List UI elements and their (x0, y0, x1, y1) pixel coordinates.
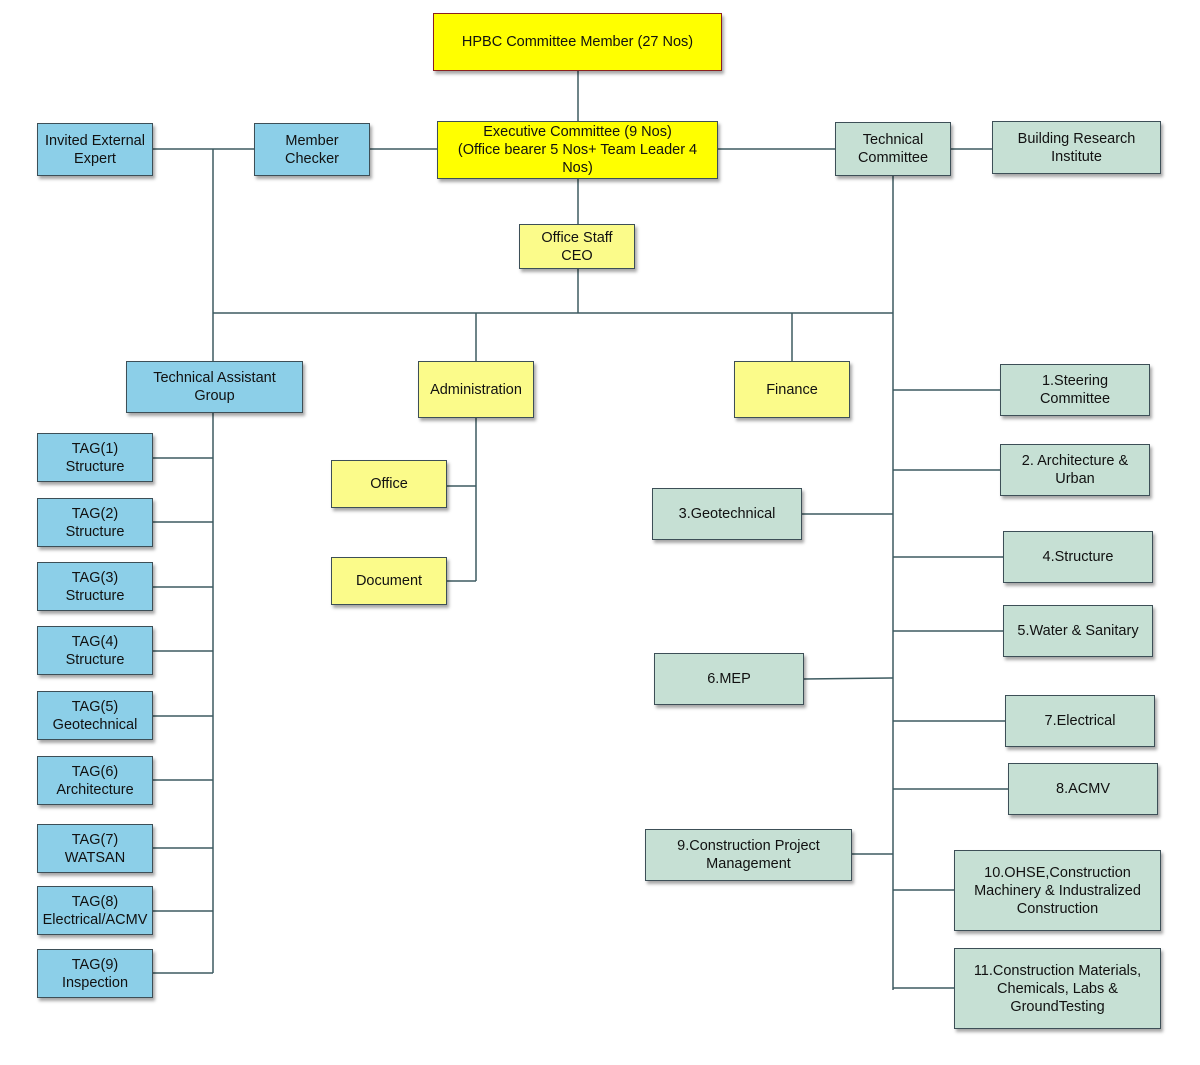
node-subcommittee-4[interactable]: 4.Structure (1003, 531, 1153, 583)
node-subcommittee-9[interactable]: 9.Construction Project Management (645, 829, 852, 881)
node-executive-committee[interactable]: Executive Committee (9 Nos) (Office bear… (437, 121, 718, 179)
node-subcommittee-5[interactable]: 5.Water & Sanitary (1003, 605, 1153, 657)
node-subcommittee-11[interactable]: 11.Construction Materials, Chemicals, La… (954, 948, 1161, 1029)
node-building-research-institute[interactable]: Building Research Institute (992, 121, 1161, 174)
node-tag-6[interactable]: TAG(6) Architecture (37, 756, 153, 805)
node-office[interactable]: Office (331, 460, 447, 508)
node-tag-5[interactable]: TAG(5) Geotechnical (37, 691, 153, 740)
node-office-staff-ceo[interactable]: Office Staff CEO (519, 224, 635, 269)
node-administration[interactable]: Administration (418, 361, 534, 418)
node-subcommittee-8[interactable]: 8.ACMV (1008, 763, 1158, 815)
node-subcommittee-2[interactable]: 2. Architecture & Urban (1000, 444, 1150, 496)
node-tag-1[interactable]: TAG(1) Structure (37, 433, 153, 482)
node-tag-2[interactable]: TAG(2) Structure (37, 498, 153, 547)
node-finance[interactable]: Finance (734, 361, 850, 418)
node-tag-4[interactable]: TAG(4) Structure (37, 626, 153, 675)
node-technical-assistant-group[interactable]: Technical Assistant Group (126, 361, 303, 413)
node-tag-3[interactable]: TAG(3) Structure (37, 562, 153, 611)
node-subcommittee-10[interactable]: 10.OHSE,Construction Machinery & Industr… (954, 850, 1161, 931)
node-member-checker[interactable]: Member Checker (254, 123, 370, 176)
node-hpbc-committee[interactable]: HPBC Committee Member (27 Nos) (433, 13, 722, 71)
node-subcommittee-1[interactable]: 1.Steering Committee (1000, 364, 1150, 416)
connector-line (803, 677, 894, 680)
node-subcommittee-6[interactable]: 6.MEP (654, 653, 804, 705)
node-invited-external-expert[interactable]: Invited External Expert (37, 123, 153, 176)
node-technical-committee[interactable]: Technical Committee (835, 122, 951, 176)
node-document[interactable]: Document (331, 557, 447, 605)
org-chart: HPBC Committee Member (27 Nos) Executive… (0, 0, 1200, 1065)
node-tag-9[interactable]: TAG(9) Inspection (37, 949, 153, 998)
node-subcommittee-7[interactable]: 7.Electrical (1005, 695, 1155, 747)
node-subcommittee-3[interactable]: 3.Geotechnical (652, 488, 802, 540)
node-tag-8[interactable]: TAG(8) Electrical/ACMV (37, 886, 153, 935)
node-tag-7[interactable]: TAG(7) WATSAN (37, 824, 153, 873)
